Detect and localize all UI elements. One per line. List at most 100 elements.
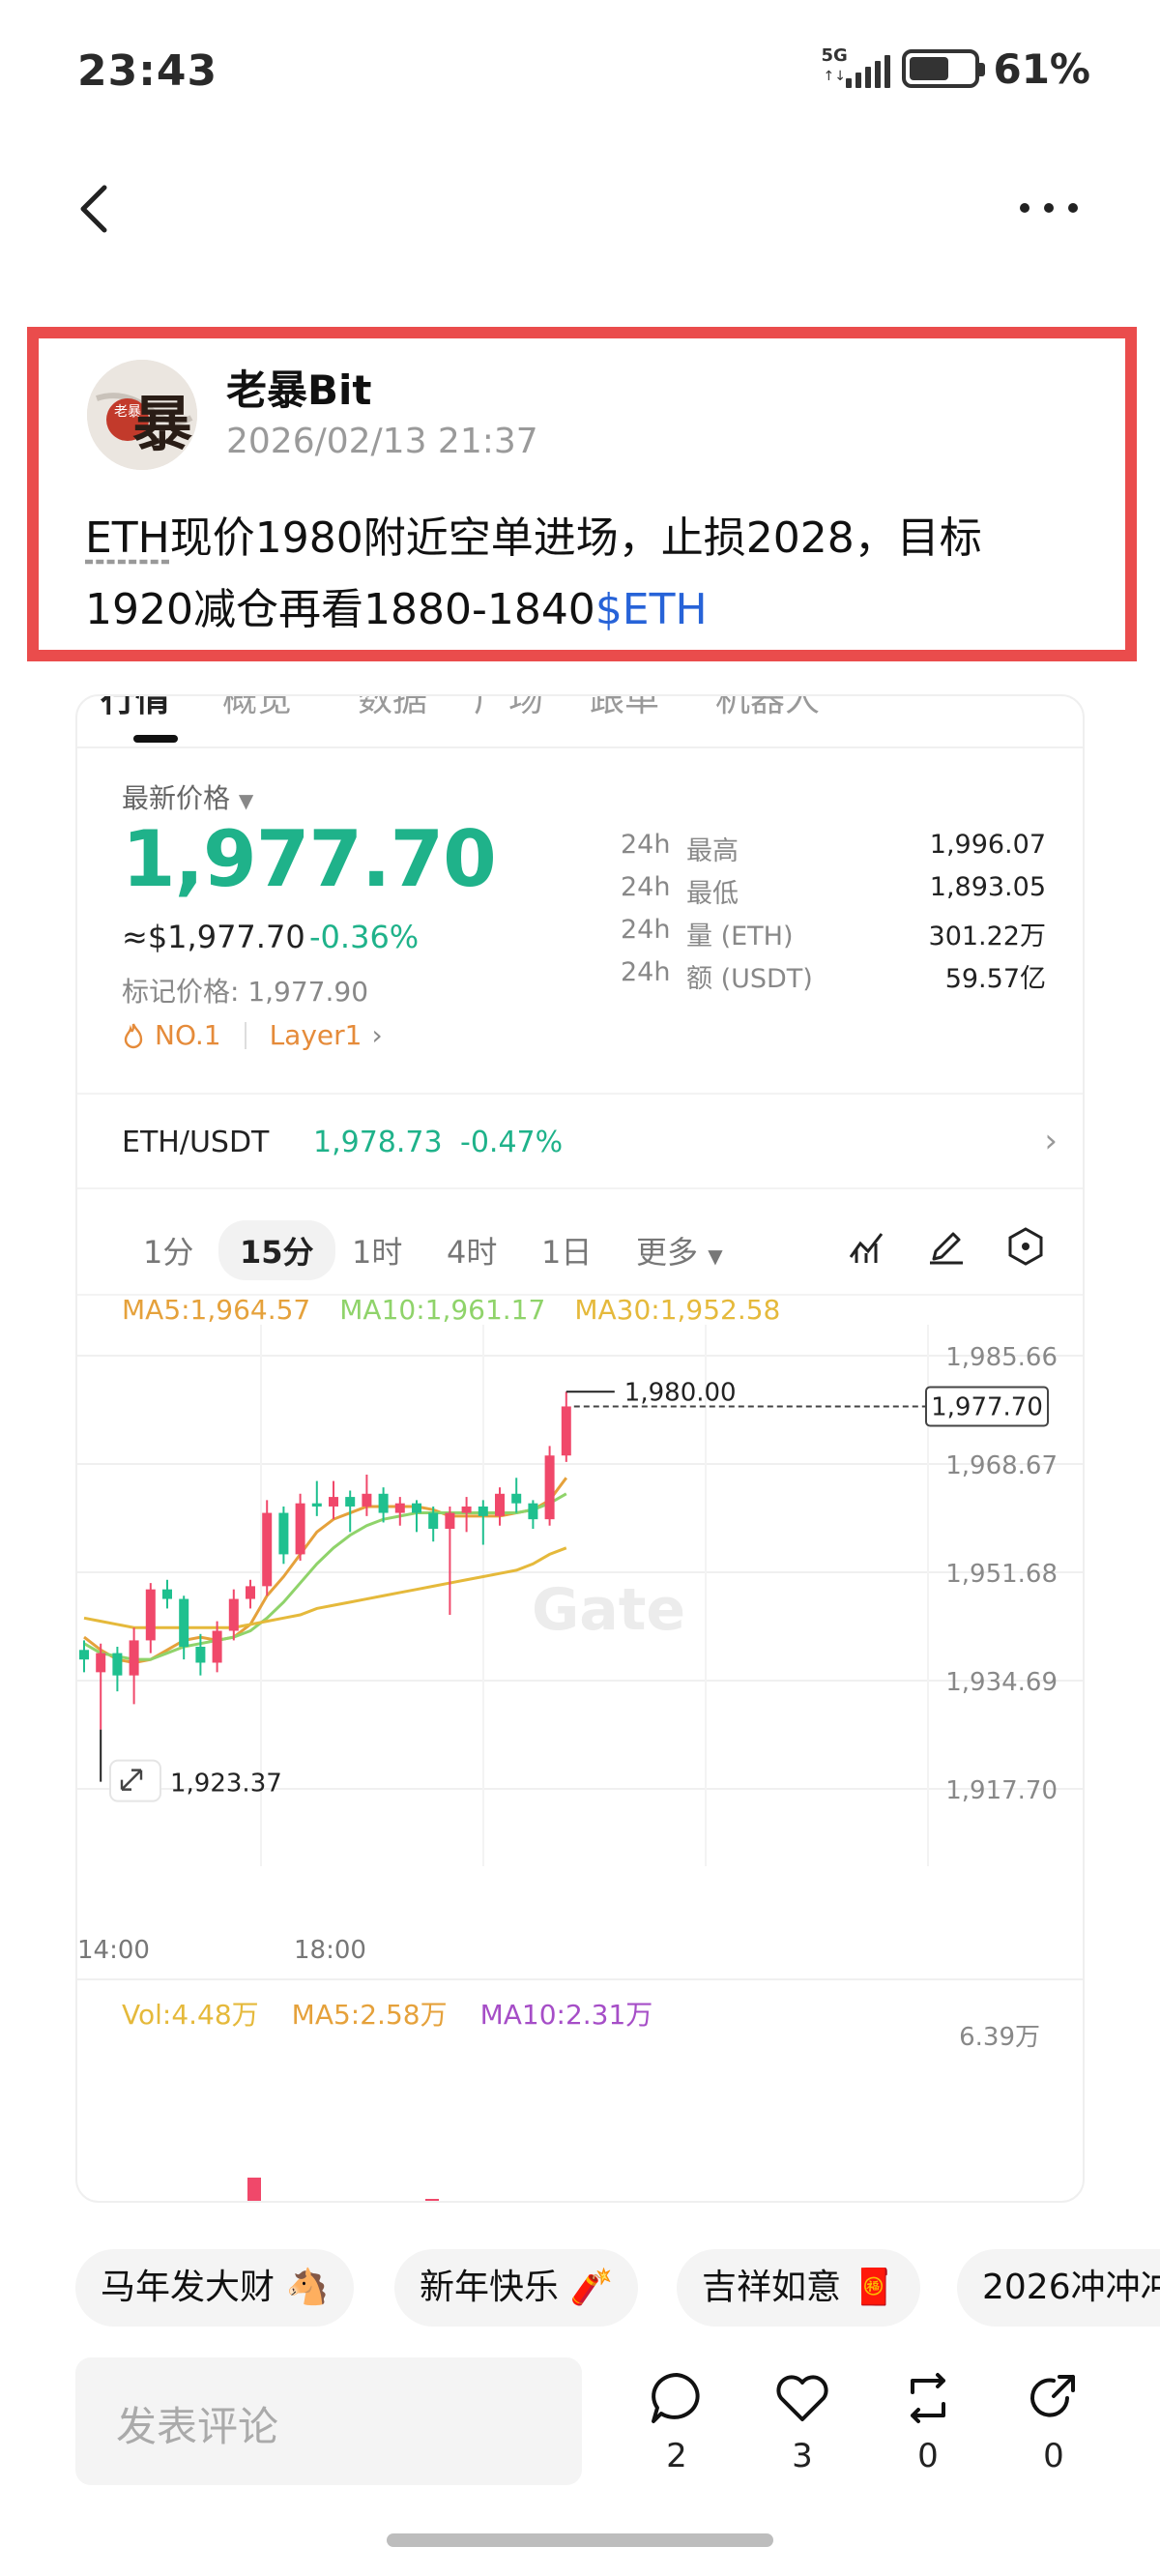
interval-15m[interactable]: 15分 xyxy=(218,1220,335,1280)
candle-body xyxy=(195,1646,206,1663)
candle-body xyxy=(212,1630,222,1663)
quick-reply-chip[interactable]: 马年发大财 🐴 xyxy=(75,2249,355,2327)
comment-placeholder: 发表评论 xyxy=(116,2403,279,2450)
y-tick-label: 1,917.70 xyxy=(945,1776,1058,1805)
comment-input[interactable]: 发表评论 xyxy=(75,2357,582,2485)
y-tick-label: 1,934.69 xyxy=(945,1668,1058,1697)
candle-body xyxy=(394,1503,405,1513)
share-count: 0 xyxy=(1043,2437,1064,2475)
candle-body xyxy=(362,1493,372,1507)
share-button[interactable]: 0 xyxy=(1019,2369,1088,2475)
nav-bar xyxy=(0,155,1160,261)
watermark-text: Gate xyxy=(532,1576,686,1644)
hexagon-settings-icon[interactable] xyxy=(1005,1226,1046,1267)
ma10-label: MA10:1,961.17 xyxy=(339,1294,546,1326)
status-bar: 23:43 5G ↑↓ 61% xyxy=(0,0,1160,145)
quick-reply-chip[interactable]: 新年快乐 🧨 xyxy=(394,2249,639,2327)
post-card: 老暴 暴 老暴Bit 2026/02/13 21:37 ETH现价1980附近空… xyxy=(27,327,1137,661)
tab-bots[interactable]: 机器人 xyxy=(715,696,820,721)
tab-square[interactable]: 广场 xyxy=(474,696,543,721)
quick-reply-chips: 马年发大财 🐴 新年快乐 🧨 吉祥如意 🧧 2026冲冲冲 xyxy=(0,2249,1160,2330)
candle-body xyxy=(528,1503,538,1520)
ma-line-ma10 xyxy=(83,1492,567,1661)
interval-4h[interactable]: 4时 xyxy=(447,1228,497,1273)
chevron-right-icon: › xyxy=(1044,1122,1058,1160)
candle-body xyxy=(96,1653,106,1673)
more-icon[interactable] xyxy=(1015,184,1083,232)
interval-1m[interactable]: 1分 xyxy=(143,1228,193,1273)
back-icon[interactable] xyxy=(70,182,124,236)
tab-market[interactable]: 行情 xyxy=(101,696,170,721)
stat-period: 24h xyxy=(621,872,671,902)
stat-row: 24h 最高 1,996.07 xyxy=(621,830,1046,872)
post-text-coin[interactable]: ETH xyxy=(85,513,170,563)
candle-body xyxy=(329,1497,338,1507)
stat-period: 24h xyxy=(621,915,671,945)
expand-button xyxy=(109,1759,161,1802)
avatar-image: 老暴 暴 xyxy=(87,360,197,470)
ma-line-ma5 xyxy=(83,1477,568,1665)
signal-icon: 5G ↑↓ xyxy=(821,45,891,90)
post-text-line2: 1920减仓再看1880-1840 xyxy=(85,585,595,634)
pair-name: ETH/USDT xyxy=(122,1126,270,1159)
volume-max-label: 6.39万 xyxy=(959,2023,1040,2052)
tab-overview[interactable]: 概览 xyxy=(222,696,292,721)
candle-body xyxy=(445,1512,455,1530)
current-price-label: 1,977.70 xyxy=(931,1392,1043,1421)
latest-price-label[interactable]: 最新价格 ▼ xyxy=(122,777,253,816)
repost-button[interactable]: 0 xyxy=(893,2369,963,2475)
candle-body xyxy=(495,1493,505,1516)
rank-row[interactable]: NO.1 Layer1 › xyxy=(122,1019,383,1051)
mark-price: 标记价格: 1,977.90 xyxy=(122,976,369,1008)
pair-row[interactable]: ETH/USDT 1,978.73 -0.47% › xyxy=(77,1093,1083,1189)
y-tick-label: 1,951.68 xyxy=(945,1560,1058,1589)
chevron-right-icon: › xyxy=(371,1019,383,1051)
caret-down-icon: ▼ xyxy=(238,789,254,812)
quick-reply-chip[interactable]: 2026冲冲冲 xyxy=(957,2249,1160,2327)
volume-ma10-label: MA10:2.31万 xyxy=(479,1999,653,2031)
network-type: 5G xyxy=(821,45,848,66)
tab-data[interactable]: 数据 xyxy=(358,696,427,721)
candle-body xyxy=(145,1589,156,1641)
market-card: 行情 概览 数据 广场 跟单 机器人 最新价格 ▼ 1,977.70 ≈$1,9… xyxy=(75,694,1085,2203)
interval-more[interactable]: 更多 ▼ xyxy=(636,1228,723,1273)
interval-1h[interactable]: 1时 xyxy=(352,1228,402,1273)
candle-body xyxy=(311,1503,322,1507)
volume-legend: Vol:4.48万 MA5:2.58万 MA10:2.31万 xyxy=(122,1994,652,2033)
stat-label: 额 (USDT) xyxy=(686,964,813,994)
author-name[interactable]: 老暴Bit xyxy=(226,358,372,417)
candle-body xyxy=(162,1589,172,1599)
ma5-label: MA5:1,964.57 xyxy=(122,1294,311,1326)
price-change: -0.36% xyxy=(309,919,420,955)
quick-reply-chip[interactable]: 吉祥如意 🧧 xyxy=(677,2249,921,2327)
pair-change: -0.47% xyxy=(460,1126,564,1159)
stat-label: 量 (ETH) xyxy=(686,922,794,951)
like-button[interactable]: 3 xyxy=(768,2369,837,2475)
candle-body xyxy=(179,1598,189,1647)
sector-label: Layer1 xyxy=(269,1019,362,1051)
bottom-bar: 马年发大财 🐴 新年快乐 🧨 吉祥如意 🧧 2026冲冲冲 发表评论 2 3 0… xyxy=(0,2210,1160,2576)
tab-copy-trade[interactable]: 跟单 xyxy=(590,696,659,721)
interval-1d[interactable]: 1日 xyxy=(541,1228,592,1273)
candle-body xyxy=(262,1512,273,1587)
comment-button[interactable]: 2 xyxy=(642,2369,711,2475)
rank-label: NO.1 xyxy=(155,1019,221,1051)
battery-percent: 61% xyxy=(993,44,1090,93)
stat-period: 24h xyxy=(621,957,671,987)
candle-body xyxy=(295,1503,305,1555)
indicator-icon[interactable] xyxy=(847,1226,887,1267)
ma-legend: MA5:1,964.57 MA10:1,961.17 MA30:1,952.58 xyxy=(122,1294,780,1326)
market-tabs: 行情 概览 数据 广场 跟单 机器人 xyxy=(77,696,1083,748)
candle-body xyxy=(428,1512,439,1530)
home-indicator[interactable] xyxy=(387,2533,773,2547)
price-usd: ≈$1,977.70 xyxy=(122,919,305,955)
post-text-line1: 现价1980附近空单进场，止损2028，目标 xyxy=(169,513,982,563)
ma30-label: MA30:1,952.58 xyxy=(574,1294,781,1326)
pair-price: 1,978.73 xyxy=(313,1126,443,1159)
coin-tag-link[interactable]: $ETH xyxy=(595,585,708,634)
repost-count: 0 xyxy=(917,2437,939,2475)
battery-level xyxy=(910,57,948,80)
pencil-icon[interactable] xyxy=(926,1226,967,1267)
comment-icon xyxy=(652,2373,700,2423)
avatar[interactable]: 老暴 暴 xyxy=(87,360,197,470)
